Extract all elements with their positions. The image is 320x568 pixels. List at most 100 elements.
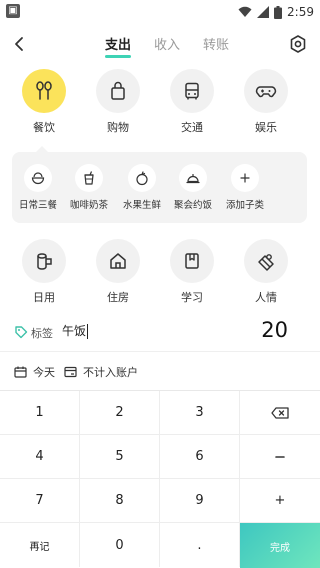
number-keypad: 1 2 3 4 5 6 7 8 9 + 再记 0 . 完成 bbox=[0, 390, 320, 568]
status-time: 2:59 bbox=[287, 5, 314, 19]
exclude-label: 不计入账户 bbox=[83, 366, 138, 379]
subcategory-circle bbox=[24, 164, 52, 192]
subcategory-item[interactable]: 聚会约饭 bbox=[166, 164, 220, 211]
key-0[interactable]: 0 bbox=[80, 523, 160, 567]
fruit-icon bbox=[136, 171, 148, 186]
date-selector[interactable]: 今天 bbox=[14, 364, 55, 380]
wifi-icon bbox=[238, 6, 252, 17]
category-transport[interactable]: 交通 bbox=[162, 69, 222, 135]
subcategory-label: 咖啡奶茶 bbox=[69, 200, 108, 211]
subcategory-panel: 日常三餐 咖啡奶茶 水果生鲜 聚会约饭 添加子类 bbox=[12, 152, 307, 223]
book-icon bbox=[185, 253, 199, 269]
key-8[interactable]: 8 bbox=[80, 479, 160, 523]
backspace-icon bbox=[271, 406, 289, 419]
category-label: 人情 bbox=[255, 291, 277, 304]
tissue-roll-icon bbox=[37, 253, 52, 270]
bus-icon bbox=[185, 82, 199, 100]
category-circle bbox=[96, 239, 140, 283]
shopping-bag-icon bbox=[111, 81, 125, 100]
category-circle bbox=[96, 69, 140, 113]
category-label: 娱乐 bbox=[255, 121, 277, 134]
key-7[interactable]: 7 bbox=[0, 479, 80, 523]
category-label: 学习 bbox=[181, 291, 203, 304]
category-circle bbox=[170, 69, 214, 113]
status-indicators: 2:59 bbox=[238, 4, 314, 20]
decimal-key[interactable]: . bbox=[160, 523, 240, 567]
subcategory-item[interactable]: 咖啡奶茶 bbox=[62, 164, 116, 211]
subcategory-label: 日常三餐 bbox=[18, 200, 57, 211]
tab-expense[interactable]: 支出 bbox=[105, 34, 132, 58]
text-caret bbox=[87, 324, 88, 339]
category-daily[interactable]: 日用 bbox=[14, 239, 74, 305]
category-housing[interactable]: 住房 bbox=[88, 239, 148, 305]
category-gifts[interactable]: 人情 bbox=[236, 239, 296, 305]
note-row: 标签 20 bbox=[0, 312, 320, 352]
gamepad-icon bbox=[255, 86, 277, 98]
category-label: 购物 bbox=[107, 121, 129, 134]
type-tabs: 支出 收入 转账 bbox=[105, 34, 229, 58]
category-circle bbox=[22, 69, 66, 113]
notification-icon: ▣ bbox=[6, 4, 20, 18]
account-card-icon bbox=[64, 366, 77, 378]
category-study[interactable]: 学习 bbox=[162, 239, 222, 305]
battery-icon bbox=[274, 5, 283, 19]
subcategory-circle bbox=[179, 164, 207, 192]
subcategory-item[interactable]: 水果生鲜 bbox=[115, 164, 169, 211]
minus-key[interactable] bbox=[240, 435, 320, 479]
amount-display: 20 bbox=[261, 318, 288, 342]
subcategory-label: 水果生鲜 bbox=[122, 200, 161, 211]
gear-icon bbox=[290, 35, 306, 53]
key-6[interactable]: 6 bbox=[160, 435, 240, 479]
exclude-account-toggle[interactable]: 不计入账户 bbox=[64, 364, 138, 380]
tab-income[interactable]: 收入 bbox=[154, 34, 180, 53]
category-circle bbox=[244, 69, 288, 113]
subcategory-circle bbox=[128, 164, 156, 192]
category-label: 住房 bbox=[107, 291, 129, 304]
options-row: 今天 不计入账户 bbox=[0, 354, 320, 390]
plus-key[interactable]: + bbox=[240, 479, 320, 523]
subcategory-label: 添加子类 bbox=[225, 200, 264, 211]
tag-icon[interactable] bbox=[14, 325, 28, 339]
key-5[interactable]: 5 bbox=[80, 435, 160, 479]
back-button[interactable] bbox=[8, 32, 32, 56]
subcategory-circle bbox=[231, 164, 259, 192]
signal-icon bbox=[257, 6, 270, 18]
key-3[interactable]: 3 bbox=[160, 391, 240, 435]
subcategory-circle bbox=[75, 164, 103, 192]
category-circle bbox=[170, 239, 214, 283]
category-label: 交通 bbox=[181, 121, 203, 134]
minus-icon bbox=[275, 455, 285, 458]
tag-label[interactable]: 标签 bbox=[31, 325, 53, 341]
category-dining[interactable]: 餐饮 bbox=[14, 69, 74, 135]
settings-button[interactable] bbox=[286, 32, 310, 56]
subcategory-label: 聚会约饭 bbox=[173, 200, 212, 211]
key-2[interactable]: 2 bbox=[80, 391, 160, 435]
status-bar: ▣ 2:59 bbox=[0, 0, 320, 24]
key-9[interactable]: 9 bbox=[160, 479, 240, 523]
backspace-key[interactable] bbox=[240, 391, 320, 435]
bowl-icon bbox=[31, 172, 45, 185]
remark-again-key[interactable]: 再记 bbox=[0, 523, 80, 567]
note-input[interactable] bbox=[62, 323, 212, 337]
category-shopping[interactable]: 购物 bbox=[88, 69, 148, 135]
category-entertainment[interactable]: 娱乐 bbox=[236, 69, 296, 135]
house-icon bbox=[110, 253, 126, 269]
category-circle bbox=[22, 239, 66, 283]
header: 支出 收入 转账 bbox=[0, 24, 320, 64]
category-label: 日用 bbox=[33, 291, 55, 304]
category-circle bbox=[244, 239, 288, 283]
done-button[interactable]: 完成 bbox=[240, 523, 320, 568]
calendar-icon bbox=[14, 366, 27, 378]
utensils-icon bbox=[36, 81, 52, 100]
dome-icon bbox=[186, 174, 200, 184]
chevron-left-icon bbox=[15, 37, 23, 51]
date-label: 今天 bbox=[33, 366, 55, 379]
key-4[interactable]: 4 bbox=[0, 435, 80, 479]
subcategory-item[interactable]: 日常三餐 bbox=[11, 164, 65, 211]
cup-icon bbox=[84, 171, 94, 185]
key-1[interactable]: 1 bbox=[0, 391, 80, 435]
tab-transfer[interactable]: 转账 bbox=[203, 34, 229, 53]
plus-icon bbox=[240, 173, 250, 183]
gift-icon bbox=[258, 254, 274, 271]
add-subcategory-button[interactable]: 添加子类 bbox=[218, 164, 272, 211]
